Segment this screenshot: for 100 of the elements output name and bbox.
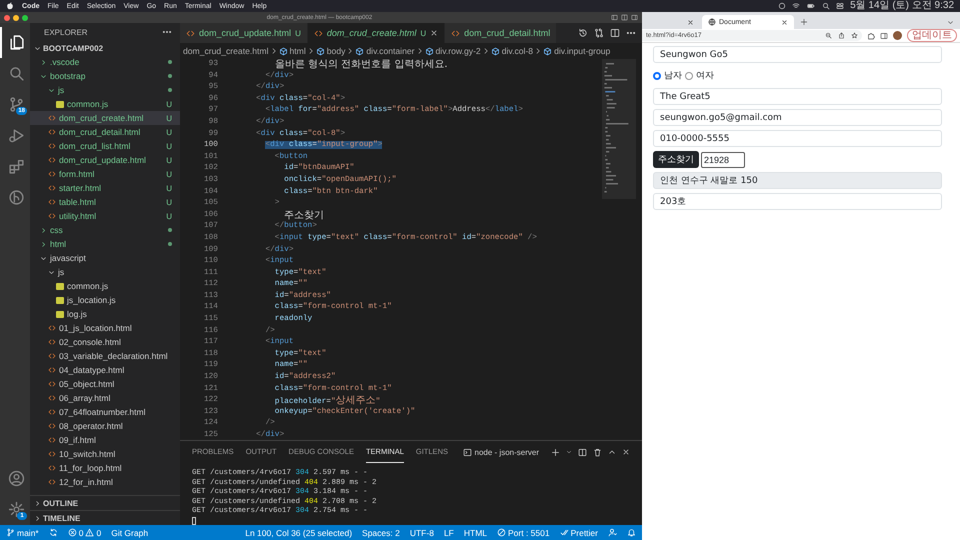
editor-tab[interactable]: dom_crud_detail.html [445,23,558,43]
find-address-button[interactable]: 주소찾기 [653,151,699,168]
file-tree-item[interactable]: common.js U [30,97,180,111]
file-tree-item[interactable]: .vscode [30,55,180,69]
trash-icon[interactable] [593,448,602,456]
status-item[interactable]: Ln 100, Col 36 (25 selected) [245,528,352,538]
radio-button[interactable] [685,72,693,80]
file-tree-item[interactable]: dom_crud_create.html U [30,111,180,125]
layout-icon[interactable] [611,14,618,21]
breadcrumb-item[interactable]: html [278,46,306,56]
chevron-down-icon[interactable] [947,19,954,26]
bell-icon[interactable] [627,528,636,537]
zoom-button[interactable] [22,14,28,20]
extensions-icon[interactable] [867,32,875,40]
sync-icon[interactable] [48,528,58,537]
file-tree-item[interactable]: 03_variable_declaration.html [30,349,180,363]
input-field[interactable]: The Great5 [653,88,942,105]
file-tree-item[interactable]: js [30,265,180,279]
file-tree-item[interactable]: log.js [30,307,180,321]
breadcrumb-item[interactable]: div.container [355,46,414,56]
split-editor-icon[interactable] [610,28,620,38]
control-center-icon[interactable] [836,2,844,10]
plus-icon[interactable] [800,18,808,26]
file-tree-item[interactable]: dom_crud_list.html U [30,139,180,153]
editor-tab[interactable]: dom_crud_update.html U [180,23,308,43]
panel-layout-icon[interactable] [621,14,628,21]
settings-icon[interactable] [8,501,24,518]
breadcrumb-item[interactable]: dom_crud_create.html [183,46,269,56]
chevron-up-icon[interactable] [608,448,616,456]
file-tree-item[interactable]: 06_array.html [30,391,180,405]
radio-button[interactable] [653,72,661,80]
status-item[interactable]: UTF-8 [410,528,434,538]
account-icon[interactable] [8,470,24,487]
side-panel-icon[interactable] [880,32,888,40]
file-tree-item[interactable]: 08_operator.html [30,419,180,433]
search-icon[interactable] [822,2,830,10]
file-tree-item[interactable]: utility.html U [30,209,180,223]
circle-icon[interactable] [778,2,786,10]
minimize-button[interactable] [13,14,19,20]
code-file-icon [48,324,56,332]
breadcrumb-item[interactable]: body [316,46,346,56]
file-tree-item[interactable]: 12_for_in.html [30,475,180,489]
file-tree-item[interactable]: bootstrap [30,69,180,83]
file-tree-item[interactable]: 11_for_loop.html [30,461,180,475]
editor-tab[interactable]: dom_crud_create.html U [308,23,446,43]
close-icon[interactable] [687,18,694,26]
file-tree-item[interactable]: common.js [30,279,180,293]
file-tree-item[interactable]: 09_if.html [30,433,180,447]
ban-icon [497,528,506,537]
sidebar-layout-icon[interactable] [631,14,638,21]
file-tree-item[interactable]: js [30,83,180,97]
input-field[interactable]: 010-0000-5555 [653,130,942,147]
file-tree-item[interactable]: form.html U [30,167,180,181]
history-icon[interactable] [578,28,588,38]
status-item[interactable]: Spaces: 2 [362,528,400,538]
input-field[interactable]: 203호 [653,193,942,210]
breadcrumb-item[interactable]: div.row.gy-2 [424,46,481,56]
wifi-icon[interactable] [792,2,800,10]
branch-item[interactable]: main* [6,528,39,538]
chevron-down-icon[interactable] [566,449,572,455]
file-tree-item[interactable]: table.html U [30,195,180,209]
file-tree-item[interactable]: 04_datatype.html [30,363,180,377]
file-tree-item[interactable]: html [30,237,180,251]
menu-clock[interactable]: 5월 14일 (토) 오전 9:32 [850,0,954,12]
input-field[interactable]: Seungwon Go5 [653,46,942,63]
battery-icon[interactable] [806,2,816,10]
status-item[interactable]: HTML [464,528,487,538]
file-tree-item[interactable]: 01_js_location.html [30,321,180,335]
close-button[interactable] [4,14,10,20]
input-field[interactable]: 21928 [701,152,745,168]
code-file-icon [48,464,56,472]
file-tree-item[interactable]: css [30,223,180,237]
problems-item[interactable]: 0 0 [68,528,102,538]
close-icon[interactable] [430,29,438,37]
port-item[interactable]: Port : 5501 [497,528,550,538]
prettier-item[interactable]: Prettier [560,528,598,538]
logo-icon[interactable] [6,2,14,10]
close-icon[interactable] [781,18,788,26]
terminal-selector[interactable]: node - json-server [462,448,539,456]
file-tree-item[interactable]: 02_console.html [30,335,180,349]
file-tree-item[interactable]: javascript [30,251,180,265]
split-terminal-icon[interactable] [578,448,587,456]
file-tree-item[interactable]: dom_crud_update.html U [30,153,180,167]
avatar-icon[interactable] [893,31,902,40]
breadcrumb-item[interactable]: div.input-group [543,46,610,56]
breadcrumb-item[interactable]: div.col-8 [490,46,534,56]
file-tree-item[interactable]: 10_switch.html [30,447,180,461]
file-tree-item[interactable]: 05_object.html [30,377,180,391]
section-header[interactable]: OUTLINE [30,495,180,510]
feedback-icon[interactable] [608,528,617,537]
file-tree-item[interactable]: dom_crud_detail.html U [30,125,180,139]
status-item[interactable]: Git Graph [111,528,148,538]
compare-icon[interactable] [594,28,604,38]
workspace-folder[interactable]: BOOTCAMP002 [30,41,180,55]
update-button[interactable]: 업데이트 [907,29,957,42]
file-tree-item[interactable]: starter.html U [30,181,180,195]
status-item[interactable]: LF [444,528,454,538]
file-tree-item[interactable]: 07_64floatnumber.html [30,405,180,419]
input-field[interactable]: seungwon.go5@gmail.com [653,109,942,126]
file-tree-item[interactable]: js_location.js [30,293,180,307]
